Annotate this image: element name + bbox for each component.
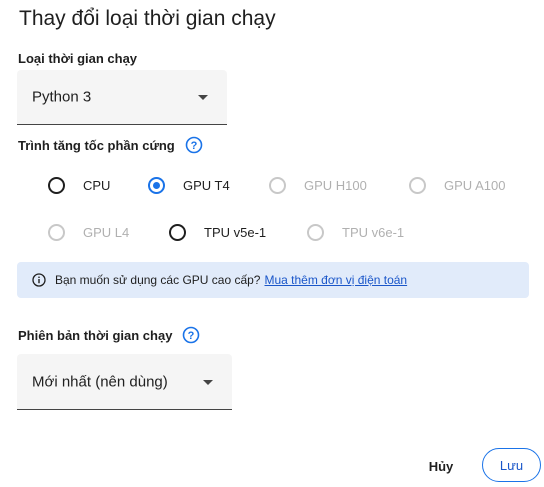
help-icon[interactable]: ? — [182, 326, 200, 344]
help-icon[interactable]: ? — [185, 136, 203, 154]
radio-button-icon — [48, 224, 65, 241]
radio-label: GPU L4 — [83, 225, 130, 240]
radio-label: TPU v6e-1 — [342, 225, 405, 240]
radio-button-icon — [307, 224, 324, 241]
svg-text:?: ? — [190, 140, 197, 152]
radio-tpu-v6e-1: TPU v6e-1 — [307, 224, 404, 241]
runtime-type-value: Python 3 — [32, 88, 92, 106]
premium-gpu-banner: Bạn muốn sử dụng các GPU cao cấp? Mua th… — [17, 262, 529, 298]
radio-gpu-a100: GPU A100 — [409, 177, 505, 194]
banner-text: Bạn muốn sử dụng các GPU cao cấp? — [55, 273, 261, 287]
dialog-title: Thay đổi loại thời gian chạy — [19, 7, 276, 30]
radio-label: GPU A100 — [444, 178, 506, 193]
hardware-accelerator-label: Trình tăng tốc phần cứng ? — [18, 136, 203, 154]
radio-label: GPU T4 — [183, 178, 230, 193]
hardware-accelerator-label-text: Trình tăng tốc phần cứng — [18, 137, 175, 153]
runtime-type-select[interactable]: Python 3 — [17, 70, 227, 125]
runtime-version-value: Mới nhất (nên dùng) — [32, 373, 168, 390]
runtime-type-label-text: Loại thời gian chạy — [18, 51, 138, 66]
radio-cpu[interactable]: CPU — [48, 177, 110, 194]
runtime-version-label: Phiên bản thời gian chạy ? — [18, 326, 200, 344]
radio-gpu-t4[interactable]: GPU T4 — [148, 177, 230, 194]
chevron-down-icon — [198, 95, 208, 100]
radio-button-icon — [409, 177, 426, 194]
radio-label: TPU v5e-1 — [204, 225, 267, 240]
radio-gpu-h100: GPU H100 — [269, 177, 367, 194]
runtime-version-label-text: Phiên bản thời gian chạy — [18, 327, 173, 343]
info-icon — [32, 273, 46, 287]
runtime-type-label: Loại thời gian chạy — [18, 51, 137, 66]
radio-button-icon — [269, 177, 286, 194]
radio-button-icon — [48, 177, 65, 194]
buy-compute-units-link[interactable]: Mua thêm đơn vị điện toán — [264, 273, 407, 287]
cancel-button[interactable]: Hủy — [420, 451, 462, 481]
radio-label: GPU H100 — [304, 178, 367, 193]
radio-button-checked-icon — [148, 177, 165, 194]
svg-text:?: ? — [188, 330, 195, 342]
radio-label: CPU — [83, 178, 111, 193]
radio-gpu-l4: GPU L4 — [48, 224, 129, 241]
radio-tpu-v5e-1[interactable]: TPU v5e-1 — [169, 224, 266, 241]
runtime-version-select[interactable]: Mới nhất (nên dùng) — [17, 354, 232, 410]
save-button[interactable]: Lưu — [482, 448, 541, 482]
chevron-down-icon — [203, 379, 213, 385]
radio-button-icon — [169, 224, 186, 241]
